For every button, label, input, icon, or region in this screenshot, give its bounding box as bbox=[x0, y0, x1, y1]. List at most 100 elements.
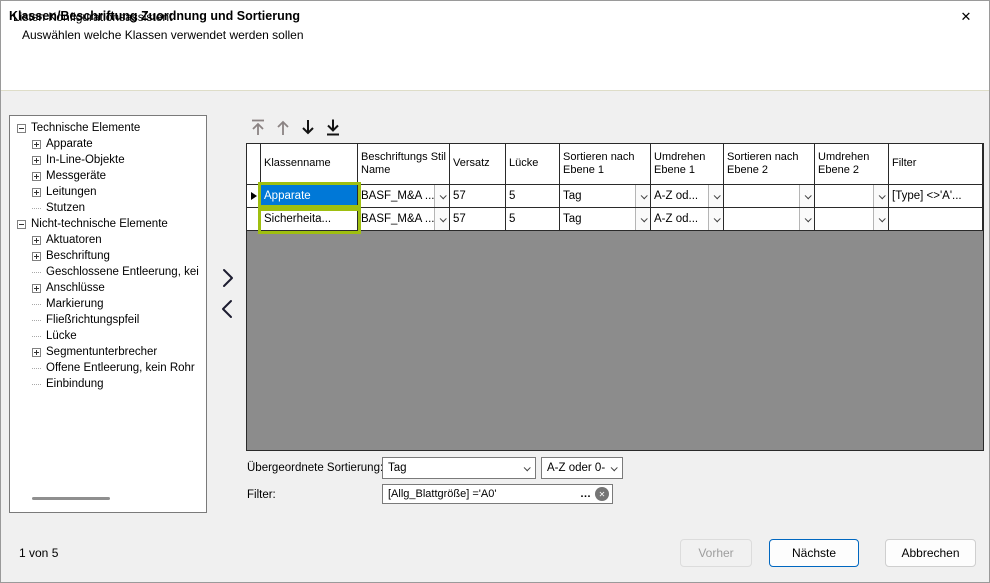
next-button[interactable]: Nächste bbox=[769, 539, 859, 567]
close-icon[interactable]: ✕ bbox=[943, 1, 989, 33]
move-right-button[interactable] bbox=[220, 267, 235, 292]
tree-item[interactable]: Markierung bbox=[15, 296, 206, 312]
klassenname-cell[interactable]: Sicherheita... bbox=[261, 208, 358, 231]
column-header[interactable]: Versatz bbox=[450, 144, 506, 185]
filter-cell[interactable] bbox=[889, 208, 983, 231]
dropdown-arrow-icon[interactable] bbox=[708, 208, 723, 230]
tree-item[interactable]: Segmentunterbrecher bbox=[15, 344, 206, 360]
dropdown-arrow-icon[interactable] bbox=[434, 185, 449, 207]
row-selector[interactable] bbox=[247, 208, 261, 231]
umdrehen-ebene1-cell[interactable]: A-Z od... bbox=[651, 208, 724, 231]
filter-input[interactable]: [Allg_Blattgröße] ='A0' … ✕ bbox=[382, 484, 613, 504]
dropdown-arrow-icon[interactable] bbox=[518, 458, 535, 478]
tree-item-label: Nicht-technische Elemente bbox=[31, 218, 168, 230]
tree-item-label: Stutzen bbox=[46, 202, 85, 214]
back-button[interactable]: Vorher bbox=[680, 539, 752, 567]
cell-text: Tag bbox=[563, 190, 635, 202]
cell-text: [Type] <>'A'... bbox=[892, 190, 982, 202]
column-header[interactable]: Umdrehen Ebene 1 bbox=[651, 144, 724, 185]
tree-branch-line bbox=[32, 304, 41, 305]
dropdown-arrow-icon[interactable] bbox=[799, 208, 814, 230]
current-row-indicator[interactable] bbox=[247, 185, 261, 208]
tree-item[interactable]: Messgeräte bbox=[15, 168, 206, 184]
tree-branch-line bbox=[32, 384, 41, 385]
column-header[interactable]: Filter bbox=[889, 144, 983, 185]
tree-item[interactable]: Leitungen bbox=[15, 184, 206, 200]
versatz-cell[interactable]: 57 bbox=[450, 208, 506, 231]
column-header[interactable]: Klassenname bbox=[261, 144, 358, 185]
filter-cell[interactable]: [Type] <>'A'... bbox=[889, 185, 983, 208]
tree-item[interactable]: Einbindung bbox=[15, 376, 206, 392]
expand-icon[interactable] bbox=[32, 140, 41, 149]
chevron-right-icon bbox=[220, 267, 235, 289]
sorting-direction-dropdown[interactable]: A-Z oder 0-9 bbox=[541, 457, 623, 479]
column-header[interactable]: Lücke bbox=[506, 144, 560, 185]
tree-item[interactable]: In-Line-Objekte bbox=[15, 152, 206, 168]
tree-item[interactable]: Geschlossene Entleerung, kei bbox=[15, 264, 206, 280]
umdrehen-ebene2-cell[interactable] bbox=[815, 208, 889, 231]
expand-icon[interactable] bbox=[32, 284, 41, 293]
tree-item[interactable]: Apparate bbox=[15, 136, 206, 152]
stil-name-cell[interactable]: BASF_M&A ... bbox=[358, 208, 450, 231]
horizontal-scrollbar-thumb[interactable] bbox=[32, 497, 110, 500]
sorting-label: Übergeordnete Sortierung: bbox=[247, 462, 383, 474]
dropdown-arrow-icon[interactable] bbox=[434, 208, 449, 230]
dropdown-arrow-icon[interactable] bbox=[605, 458, 622, 478]
clear-filter-icon[interactable]: ✕ bbox=[595, 487, 609, 501]
tree-item[interactable]: Technische Elemente bbox=[15, 120, 206, 136]
dropdown-arrow-icon[interactable] bbox=[873, 185, 888, 207]
column-header[interactable]: Beschriftungs Stil Name bbox=[358, 144, 450, 185]
page-title: Klassen/Beschriftung Zuordnung und Sorti… bbox=[9, 9, 300, 23]
tree-item[interactable]: Anschlüsse bbox=[15, 280, 206, 296]
luecke-cell[interactable]: 5 bbox=[506, 185, 560, 208]
tree-branch-line bbox=[32, 336, 41, 337]
luecke-cell[interactable]: 5 bbox=[506, 208, 560, 231]
sortieren-ebene2-cell[interactable] bbox=[724, 185, 815, 208]
cell-text: A-Z od... bbox=[654, 190, 708, 202]
stil-name-cell[interactable]: BASF_M&A ... bbox=[358, 185, 450, 208]
versatz-cell[interactable]: 57 bbox=[450, 185, 506, 208]
tree-item[interactable]: Nicht-technische Elemente bbox=[15, 216, 206, 232]
sorting-value: Tag bbox=[388, 462, 518, 474]
move-to-bottom-icon[interactable] bbox=[323, 117, 342, 137]
expand-icon[interactable] bbox=[32, 188, 41, 197]
cancel-button[interactable]: Abbrechen bbox=[885, 539, 976, 567]
sortieren-ebene2-cell[interactable] bbox=[724, 208, 815, 231]
column-header[interactable]: Sortieren nach Ebene 1 bbox=[560, 144, 651, 185]
tree-item[interactable]: Beschriftung bbox=[15, 248, 206, 264]
expand-icon[interactable] bbox=[32, 252, 41, 261]
dropdown-arrow-icon[interactable] bbox=[708, 185, 723, 207]
chevron-left-icon bbox=[220, 298, 235, 320]
move-up-icon[interactable] bbox=[273, 117, 292, 137]
tree-item[interactable]: Fließrichtungspfeil bbox=[15, 312, 206, 328]
umdrehen-ebene1-cell[interactable]: A-Z od... bbox=[651, 185, 724, 208]
tree-item-label: Geschlossene Entleerung, kei bbox=[46, 266, 199, 278]
tree-item[interactable]: Aktuatoren bbox=[15, 232, 206, 248]
wizard-dialog: Listen Konfigurationsassistent ✕ Klassen… bbox=[0, 0, 990, 583]
move-down-icon[interactable] bbox=[298, 117, 317, 137]
collapse-icon[interactable] bbox=[17, 220, 26, 229]
expand-icon[interactable] bbox=[32, 172, 41, 181]
column-header[interactable]: Sortieren nach Ebene 2 bbox=[724, 144, 815, 185]
dropdown-arrow-icon[interactable] bbox=[873, 208, 888, 230]
tree-item[interactable]: Stutzen bbox=[15, 200, 206, 216]
tree-item[interactable]: Lücke bbox=[15, 328, 206, 344]
expand-icon[interactable] bbox=[32, 348, 41, 357]
sorting-dropdown[interactable]: Tag bbox=[382, 457, 536, 479]
dropdown-arrow-icon[interactable] bbox=[635, 185, 650, 207]
sortieren-ebene1-cell[interactable]: Tag bbox=[560, 185, 651, 208]
column-header[interactable]: Umdrehen Ebene 2 bbox=[815, 144, 889, 185]
dropdown-arrow-icon[interactable] bbox=[799, 185, 814, 207]
collapse-icon[interactable] bbox=[17, 124, 26, 133]
expand-icon[interactable] bbox=[32, 236, 41, 245]
table-row: Apparate BASF_M&A ... 57 5 Tag A-Z od...… bbox=[247, 185, 983, 208]
expand-icon[interactable] bbox=[32, 156, 41, 165]
tree-item[interactable]: Offene Entleerung, kein Rohr bbox=[15, 360, 206, 376]
sortieren-ebene1-cell[interactable]: Tag bbox=[560, 208, 651, 231]
klassenname-cell[interactable]: Apparate bbox=[261, 185, 358, 208]
move-left-button[interactable] bbox=[220, 298, 235, 323]
ellipsis-browse-button[interactable]: … bbox=[579, 488, 593, 500]
move-to-top-icon[interactable] bbox=[248, 117, 267, 137]
dropdown-arrow-icon[interactable] bbox=[635, 208, 650, 230]
umdrehen-ebene2-cell[interactable] bbox=[815, 185, 889, 208]
